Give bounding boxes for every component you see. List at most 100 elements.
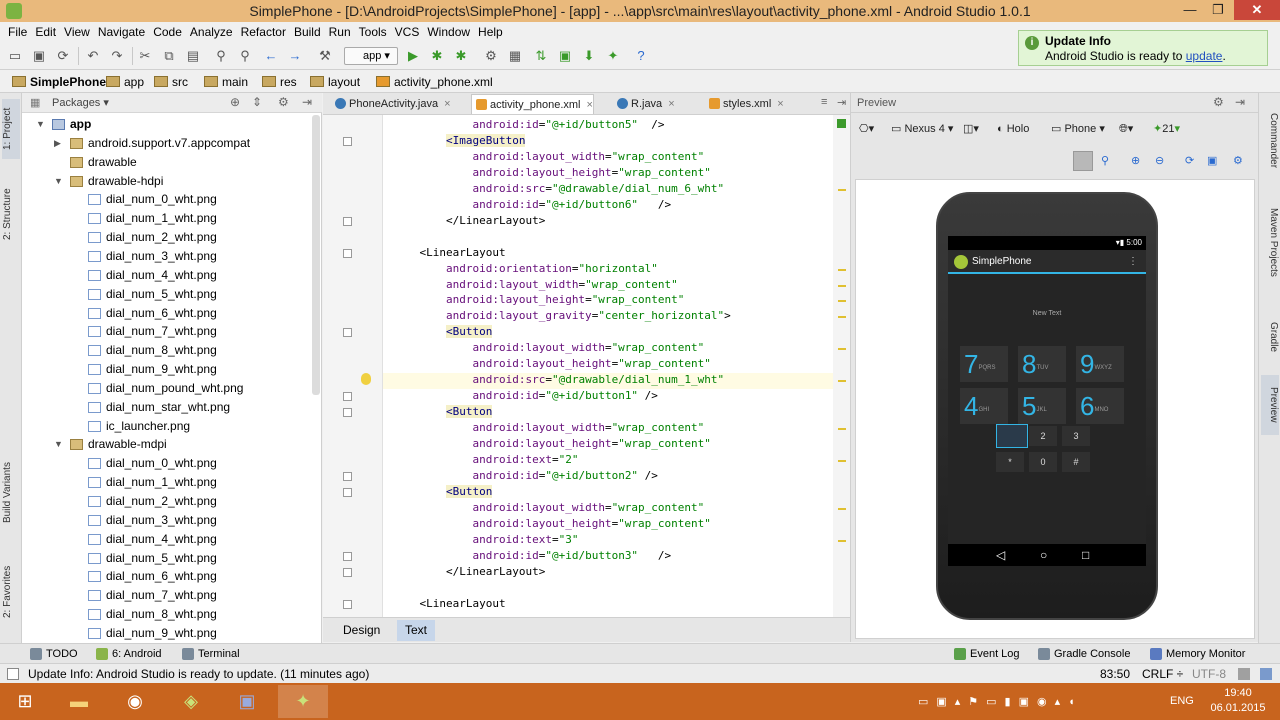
menu-window[interactable]: Window bbox=[423, 22, 474, 42]
menu-view[interactable]: View bbox=[60, 22, 94, 42]
close-button[interactable]: ✕ bbox=[1234, 0, 1280, 20]
sync-gradle-icon[interactable]: ⇅ bbox=[532, 47, 550, 65]
settings-icon[interactable]: ⚙ bbox=[1233, 153, 1243, 169]
language-indicator[interactable]: ENG bbox=[1170, 695, 1194, 707]
clock[interactable]: 19:40 06.01.2015 bbox=[1202, 686, 1274, 716]
config-icon[interactable]: ⎔▾ bbox=[859, 121, 874, 137]
code-line[interactable]: <Button bbox=[393, 324, 493, 340]
menu-tools[interactable]: Tools bbox=[355, 22, 391, 42]
tree-file[interactable]: dial_num_8_wht.png bbox=[22, 341, 312, 360]
tree-file[interactable]: dial_num_2_wht.png bbox=[22, 492, 312, 511]
tree-folder[interactable]: ▼ app bbox=[22, 115, 312, 134]
device-select[interactable]: ▭ Nexus 4 ▾ bbox=[891, 121, 953, 137]
close-tab-icon[interactable]: × bbox=[587, 99, 593, 111]
build-icon[interactable]: ⚒ bbox=[316, 47, 334, 65]
code-line[interactable]: android:text="3" bbox=[393, 532, 578, 548]
tree-file[interactable]: dial_num_3_wht.png bbox=[22, 511, 312, 530]
gear-icon[interactable]: ⚙ bbox=[278, 95, 289, 109]
code-line[interactable]: <LinearLayout bbox=[393, 245, 506, 261]
tree-file[interactable]: dial_num_9_wht.png bbox=[22, 624, 312, 643]
tool-tab-gradle-console[interactable]: Gradle Console bbox=[1038, 647, 1130, 661]
open-folder-icon[interactable]: ▭ bbox=[6, 47, 24, 65]
screenshot-icon[interactable]: ▣ bbox=[1207, 153, 1217, 169]
code-line[interactable]: android:id="@+id/button5" /> bbox=[393, 117, 664, 133]
activity-select[interactable]: ▭ Phone ▾ bbox=[1051, 121, 1105, 137]
tree-file[interactable]: dial_num_4_wht.png bbox=[22, 266, 312, 285]
forward-icon[interactable]: → bbox=[286, 47, 304, 65]
tool-tab-favorites[interactable]: 2: Favorites bbox=[2, 557, 20, 627]
project-structure-icon[interactable]: ⚙ bbox=[482, 47, 500, 65]
breadcrumb-app[interactable]: app bbox=[106, 74, 144, 90]
breadcrumb-res[interactable]: res bbox=[262, 74, 297, 90]
inspector-icon[interactable] bbox=[1260, 668, 1272, 680]
editor-tab-styles-xml[interactable]: styles.xml × bbox=[705, 94, 784, 114]
code-line[interactable]: android:layout_gravity="center_horizonta… bbox=[393, 308, 731, 324]
code-editor[interactable]: android:id="@+id/button5" /> <ImageButto… bbox=[323, 115, 850, 617]
menu-navigate[interactable]: Navigate bbox=[94, 22, 149, 42]
fold-marker-icon[interactable] bbox=[343, 487, 352, 497]
tree-folder[interactable]: ▼ drawable-mdpi bbox=[22, 435, 312, 454]
line-separator[interactable]: CRLF ÷ bbox=[1142, 667, 1183, 681]
tool-tab-maven[interactable]: Maven Projects bbox=[1261, 197, 1279, 287]
breadcrumb-main[interactable]: main bbox=[204, 74, 248, 90]
monitor-icon[interactable]: ✦ bbox=[604, 47, 622, 65]
close-tab-icon[interactable]: × bbox=[777, 98, 783, 110]
tool-tab-preview[interactable]: Preview bbox=[1261, 375, 1279, 435]
menu-run[interactable]: Run bbox=[325, 22, 355, 42]
explorer-icon[interactable]: ▬ bbox=[54, 685, 104, 718]
warning-marker[interactable] bbox=[838, 268, 846, 271]
code-line[interactable]: <ImageButton bbox=[393, 133, 526, 149]
tree-file[interactable]: dial_num_6_wht.png bbox=[22, 304, 312, 323]
theme-select[interactable]: ◐ Holo bbox=[997, 121, 1029, 137]
chevron-down-icon[interactable]: ▼ bbox=[54, 172, 64, 191]
tree-folder[interactable]: drawable bbox=[22, 153, 312, 172]
warning-marker[interactable] bbox=[838, 428, 846, 431]
tab-design[interactable]: Design bbox=[335, 620, 388, 641]
update-link[interactable]: update bbox=[1186, 49, 1223, 63]
code-line[interactable]: android:layout_height="wrap_content" bbox=[393, 165, 710, 181]
lock-icon[interactable] bbox=[1238, 668, 1250, 680]
warning-marker[interactable] bbox=[838, 316, 846, 319]
menu-code[interactable]: Code bbox=[149, 22, 186, 42]
tab-text[interactable]: Text bbox=[397, 620, 436, 641]
help-icon[interactable]: ? bbox=[632, 47, 650, 65]
tree-file[interactable]: dial_num_7_wht.png bbox=[22, 586, 312, 605]
locale-icon[interactable]: 🌐︎▾ bbox=[1119, 121, 1133, 137]
code-line[interactable]: android:layout_width="wrap_content" bbox=[393, 500, 704, 516]
chevron-down-icon[interactable]: ▼ bbox=[54, 435, 64, 454]
android-studio-taskbar-icon[interactable]: ✦ bbox=[278, 685, 328, 718]
tree-folder[interactable]: ▼ drawable-hdpi bbox=[22, 172, 312, 191]
orientation-icon[interactable]: ◫▾ bbox=[963, 121, 979, 137]
editor-tab-activity-phone-xml[interactable]: activity_phone.xml × bbox=[471, 94, 594, 114]
status-panel-icon[interactable] bbox=[7, 668, 19, 680]
debug-icon[interactable]: ✱ bbox=[428, 47, 446, 65]
menu-analyze[interactable]: Analyze bbox=[186, 22, 237, 42]
update-notification[interactable]: i Update Info Android Studio is ready to… bbox=[1018, 30, 1268, 66]
code-line[interactable]: android:id="@+id/button1" /> bbox=[393, 388, 657, 404]
tree-file[interactable]: dial_num_star_wht.png bbox=[22, 398, 312, 417]
menu-refactor[interactable]: Refactor bbox=[237, 22, 290, 42]
tree-file[interactable]: dial_num_6_wht.png bbox=[22, 567, 312, 586]
tree-file[interactable]: dial_num_1_wht.png bbox=[22, 209, 312, 228]
caret-position[interactable]: 83:50 bbox=[1100, 667, 1130, 681]
recorder-icon[interactable]: ▣ bbox=[222, 685, 272, 718]
avd-manager-icon[interactable]: ▣ bbox=[556, 47, 574, 65]
tree-file[interactable]: dial_num_5_wht.png bbox=[22, 549, 312, 568]
tree-file[interactable]: dial_num_4_wht.png bbox=[22, 530, 312, 549]
code-line[interactable]: android:layout_width="wrap_content" bbox=[393, 340, 704, 356]
chrome-icon[interactable]: ◉ bbox=[110, 685, 160, 718]
tool-tab-structure[interactable]: 2: Structure bbox=[2, 179, 20, 249]
hide-editor-icon[interactable]: ⇥ bbox=[837, 96, 846, 109]
start-button[interactable]: ⊞ bbox=[0, 685, 50, 718]
scroll-from-source-icon[interactable]: ⊕ bbox=[230, 95, 240, 109]
breadcrumb-simplephone[interactable]: SimplePhone bbox=[12, 74, 106, 90]
tool-tab-memory-monitor[interactable]: Memory Monitor bbox=[1150, 647, 1245, 661]
code-line[interactable]: </LinearLayout> bbox=[393, 213, 545, 229]
settings-icon[interactable]: ▦ bbox=[506, 47, 524, 65]
tree-file[interactable]: dial_num_7_wht.png bbox=[22, 322, 312, 341]
warning-marker[interactable] bbox=[838, 459, 846, 462]
code-line[interactable]: <Button bbox=[393, 484, 493, 500]
zoom-in-icon[interactable]: ⊕ bbox=[1131, 153, 1140, 169]
code-line[interactable]: <LinearLayout bbox=[393, 596, 506, 612]
code-line[interactable]: android:layout_width="wrap_content" bbox=[393, 277, 678, 293]
